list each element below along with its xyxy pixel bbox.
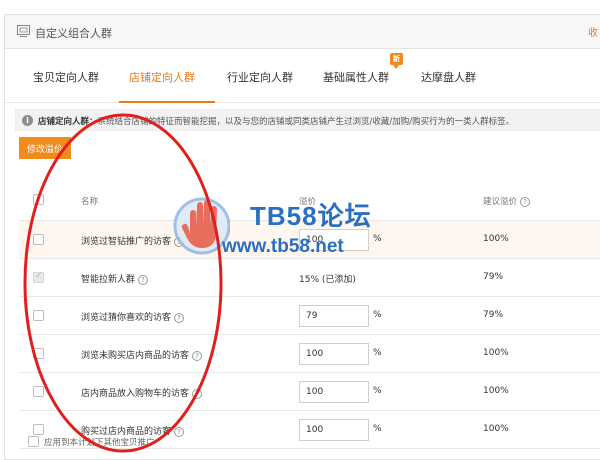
header-premium: 溢价 [299, 197, 317, 207]
info-bar: i 店铺定向人群：系统结合店铺的特征而智能挖掘，以及与您的店铺或同类店铺产生过浏… [15, 109, 600, 131]
custom-audience-panel: 自定义组合人群 收 宝贝定向人群 店铺定向人群 行业定向人群 基础属性人群 新 … [4, 14, 600, 460]
premium-input[interactable]: 100 [299, 229, 369, 251]
suggested-premium: 100% [483, 424, 509, 434]
suggested-premium: 100% [483, 234, 509, 244]
help-icon[interactable]: ? [192, 350, 203, 361]
table-row: 浏览过智钻推广的访客? 100 % 100% [19, 221, 600, 259]
tab-industry-audience[interactable]: 行业定向人群 [227, 69, 293, 85]
table-row: 浏览未购买店内商品的访客? 100 % 100% [19, 335, 600, 373]
header-suggest: 建议溢价? [483, 195, 531, 207]
premium-input[interactable]: 100 [299, 381, 369, 403]
tab-item-audience[interactable]: 宝贝定向人群 [33, 69, 99, 85]
active-tab-underline [119, 101, 215, 103]
row-checkbox[interactable] [33, 234, 44, 245]
table-row: 智能拉新人群? 15% (已添加) 79% [19, 259, 600, 297]
row-checkbox[interactable] [33, 386, 44, 397]
row-checkbox[interactable] [33, 310, 44, 321]
percent-unit: % [373, 234, 382, 244]
help-icon[interactable]: ? [138, 274, 149, 285]
header-name: 名称 [81, 197, 99, 207]
collapse-link[interactable]: 收 [588, 24, 598, 39]
row-name: 浏览过猜你喜欢的访客? [81, 310, 185, 323]
row-checkbox[interactable] [33, 348, 44, 359]
help-icon[interactable]: ? [174, 426, 185, 437]
help-icon[interactable]: ? [174, 312, 185, 323]
row-checkbox-disabled [33, 271, 44, 283]
help-icon[interactable]: ? [174, 236, 185, 247]
suggested-premium: 79% [483, 310, 504, 320]
help-icon[interactable]: ? [520, 196, 531, 207]
help-icon[interactable]: ? [192, 388, 203, 399]
info-text: 店铺定向人群：系统结合店铺的特征而智能挖掘，以及与您的店铺或同类店铺产生过浏览/… [38, 117, 515, 127]
select-all-checkbox[interactable] [33, 194, 44, 205]
percent-unit: % [373, 310, 382, 320]
row-name: 浏览过智钻推广的访客? [81, 234, 185, 247]
suggested-premium: 79% [483, 272, 504, 282]
apply-to-plan-checkbox[interactable] [28, 436, 39, 447]
panel-titlebar: 自定义组合人群 收 [5, 15, 600, 49]
row-name: 智能拉新人群? [81, 272, 149, 285]
row-name: 浏览未购买店内商品的访客? [81, 348, 203, 361]
audience-tabs: 宝贝定向人群 店铺定向人群 行业定向人群 基础属性人群 新 达摩盘人群 [5, 53, 600, 103]
percent-unit: % [373, 348, 382, 358]
tab-shop-audience[interactable]: 店铺定向人群 [129, 69, 195, 85]
percent-unit: % [373, 386, 382, 396]
tab-basic-attribute-audience[interactable]: 基础属性人群 [323, 69, 389, 85]
percent-unit: % [373, 424, 382, 434]
new-badge: 新 [390, 53, 403, 69]
premium-input[interactable]: 100 [299, 343, 369, 365]
info-icon: i [22, 115, 33, 126]
apply-to-plan-label: 应用到本计划下其他宝贝推广 [44, 438, 155, 448]
panel-title: 自定义组合人群 [35, 27, 112, 40]
suggested-premium: 100% [483, 386, 509, 396]
row-name: 店内商品放入购物车的访客? [81, 386, 203, 399]
premium-input[interactable]: 100 [299, 419, 369, 441]
table-row: 浏览过猜你喜欢的访客? 79 % 79% [19, 297, 600, 335]
monitor-icon [17, 25, 30, 37]
table-header: 名称 溢价 建议溢价? [19, 179, 600, 221]
premium-input[interactable]: 79 [299, 305, 369, 327]
edit-premium-button[interactable]: 修改溢价 [19, 137, 71, 159]
premium-added-value: 15% (已添加) [299, 275, 356, 285]
tab-dmp-audience[interactable]: 达摩盘人群 [421, 69, 476, 85]
row-checkbox[interactable] [33, 424, 44, 435]
suggested-premium: 100% [483, 348, 509, 358]
table-row: 店内商品放入购物车的访客? 100 % 100% [19, 373, 600, 411]
